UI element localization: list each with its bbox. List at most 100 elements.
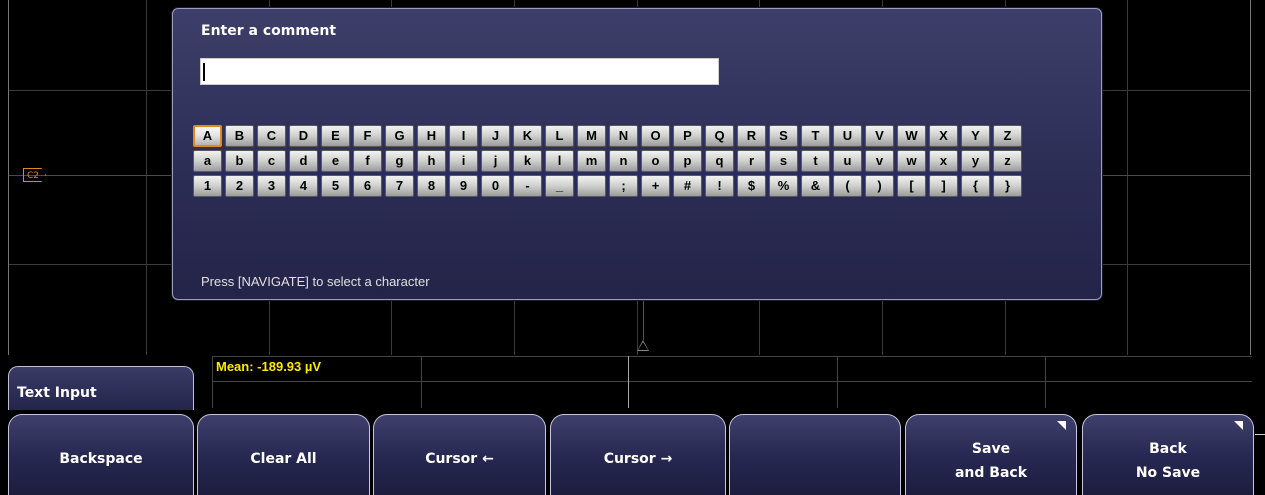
key-1[interactable]: 1 [193,175,222,197]
key-u38[interactable]: & [801,175,830,197]
measure-line [837,356,838,408]
menu-title-tab: Text Input [8,366,194,412]
key-A[interactable]: A [193,125,222,147]
key-K[interactable]: K [513,125,542,147]
key-R[interactable]: R [737,125,766,147]
key-5[interactable]: 5 [321,175,350,197]
key-u40[interactable]: ( [833,175,862,197]
key-J[interactable]: J [481,125,510,147]
key-u93[interactable]: ] [929,175,958,197]
key-H[interactable]: H [417,125,446,147]
key-6[interactable]: 6 [353,175,382,197]
key-h[interactable]: h [417,150,446,172]
key-N[interactable]: N [609,125,638,147]
key-E[interactable]: E [321,125,350,147]
key-z[interactable]: z [993,150,1022,172]
key-u37[interactable]: % [769,175,798,197]
key-space[interactable] [577,175,606,197]
key-B[interactable]: B [225,125,254,147]
key-q[interactable]: q [705,150,734,172]
clear-all-button[interactable]: Clear All [197,414,370,495]
key-u91[interactable]: [ [897,175,926,197]
comment-input[interactable] [200,58,719,85]
key-u45[interactable]: - [513,175,542,197]
key-u59[interactable]: ; [609,175,638,197]
key-y[interactable]: y [961,150,990,172]
menu-title: Text Input [17,385,97,401]
key-u43[interactable]: + [641,175,670,197]
key-M[interactable]: M [577,125,606,147]
key-4[interactable]: 4 [289,175,318,197]
key-O[interactable]: O [641,125,670,147]
key-u33[interactable]: ! [705,175,734,197]
softkey-bar: Backspace Clear All Cursor ← Cursor → Save an… [0,410,1265,495]
key-k[interactable]: k [513,150,542,172]
key-x[interactable]: x [929,150,958,172]
key-m[interactable]: m [577,150,606,172]
key-D[interactable]: D [289,125,318,147]
channel-c2-marker[interactable]: C2 [23,168,47,182]
key-f[interactable]: f [353,150,382,172]
key-V[interactable]: V [865,125,894,147]
key-e[interactable]: e [321,150,350,172]
key-j[interactable]: j [481,150,510,172]
measure-line [212,356,1252,357]
key-I[interactable]: I [449,125,478,147]
key-L[interactable]: L [545,125,574,147]
key-d[interactable]: d [289,150,318,172]
key-Q[interactable]: Q [705,125,734,147]
key-u123[interactable]: { [961,175,990,197]
key-b[interactable]: b [225,150,254,172]
key-u35[interactable]: # [673,175,702,197]
key-o[interactable]: o [641,150,670,172]
key-u41[interactable]: ) [865,175,894,197]
key-T[interactable]: T [801,125,830,147]
key-9[interactable]: 9 [449,175,478,197]
back-no-save-button[interactable]: Back No Save [1082,414,1254,495]
key-p[interactable]: p [673,150,702,172]
key-7[interactable]: 7 [385,175,414,197]
key-P[interactable]: P [673,125,702,147]
key-S[interactable]: S [769,125,798,147]
measure-line [421,356,422,408]
key-u36[interactable]: $ [737,175,766,197]
key-u95[interactable]: _ [545,175,574,197]
cursor-right-label: Cursor → [603,451,673,467]
trigger-position-icon [637,340,649,351]
key-s[interactable]: s [769,150,798,172]
key-g[interactable]: g [385,150,414,172]
backspace-button[interactable]: Backspace [8,414,194,495]
key-2[interactable]: 2 [225,175,254,197]
key-r[interactable]: r [737,150,766,172]
on-screen-keyboard: ABCDEFGHIJKLMNOPQRSTUVWXYZabcdefghijklmn… [193,125,1083,200]
key-C[interactable]: C [257,125,286,147]
key-l[interactable]: l [545,150,574,172]
key-8[interactable]: 8 [417,175,446,197]
key-t[interactable]: t [801,150,830,172]
cursor-right-button[interactable]: Cursor → [550,414,726,495]
submenu-corner-icon [1057,421,1066,430]
cursor-left-button[interactable]: Cursor ← [373,414,546,495]
key-W[interactable]: W [897,125,926,147]
key-i[interactable]: i [449,150,478,172]
mean-measurement: Mean: -189.93 µV [216,359,322,374]
save-and-back-button[interactable]: Save and Back [905,414,1077,495]
key-v[interactable]: v [865,150,894,172]
keyboard-row: abcdefghijklmnopqrstuvwxyz [193,150,1083,172]
empty-button[interactable] [729,414,901,495]
key-a[interactable]: a [193,150,222,172]
grid-line [146,0,147,355]
key-n[interactable]: n [609,150,638,172]
key-u[interactable]: u [833,150,862,172]
key-F[interactable]: F [353,125,382,147]
key-X[interactable]: X [929,125,958,147]
key-0[interactable]: 0 [481,175,510,197]
key-Z[interactable]: Z [993,125,1022,147]
key-Y[interactable]: Y [961,125,990,147]
key-U[interactable]: U [833,125,862,147]
key-u125[interactable]: } [993,175,1022,197]
key-G[interactable]: G [385,125,414,147]
key-c[interactable]: c [257,150,286,172]
key-3[interactable]: 3 [257,175,286,197]
key-w[interactable]: w [897,150,926,172]
